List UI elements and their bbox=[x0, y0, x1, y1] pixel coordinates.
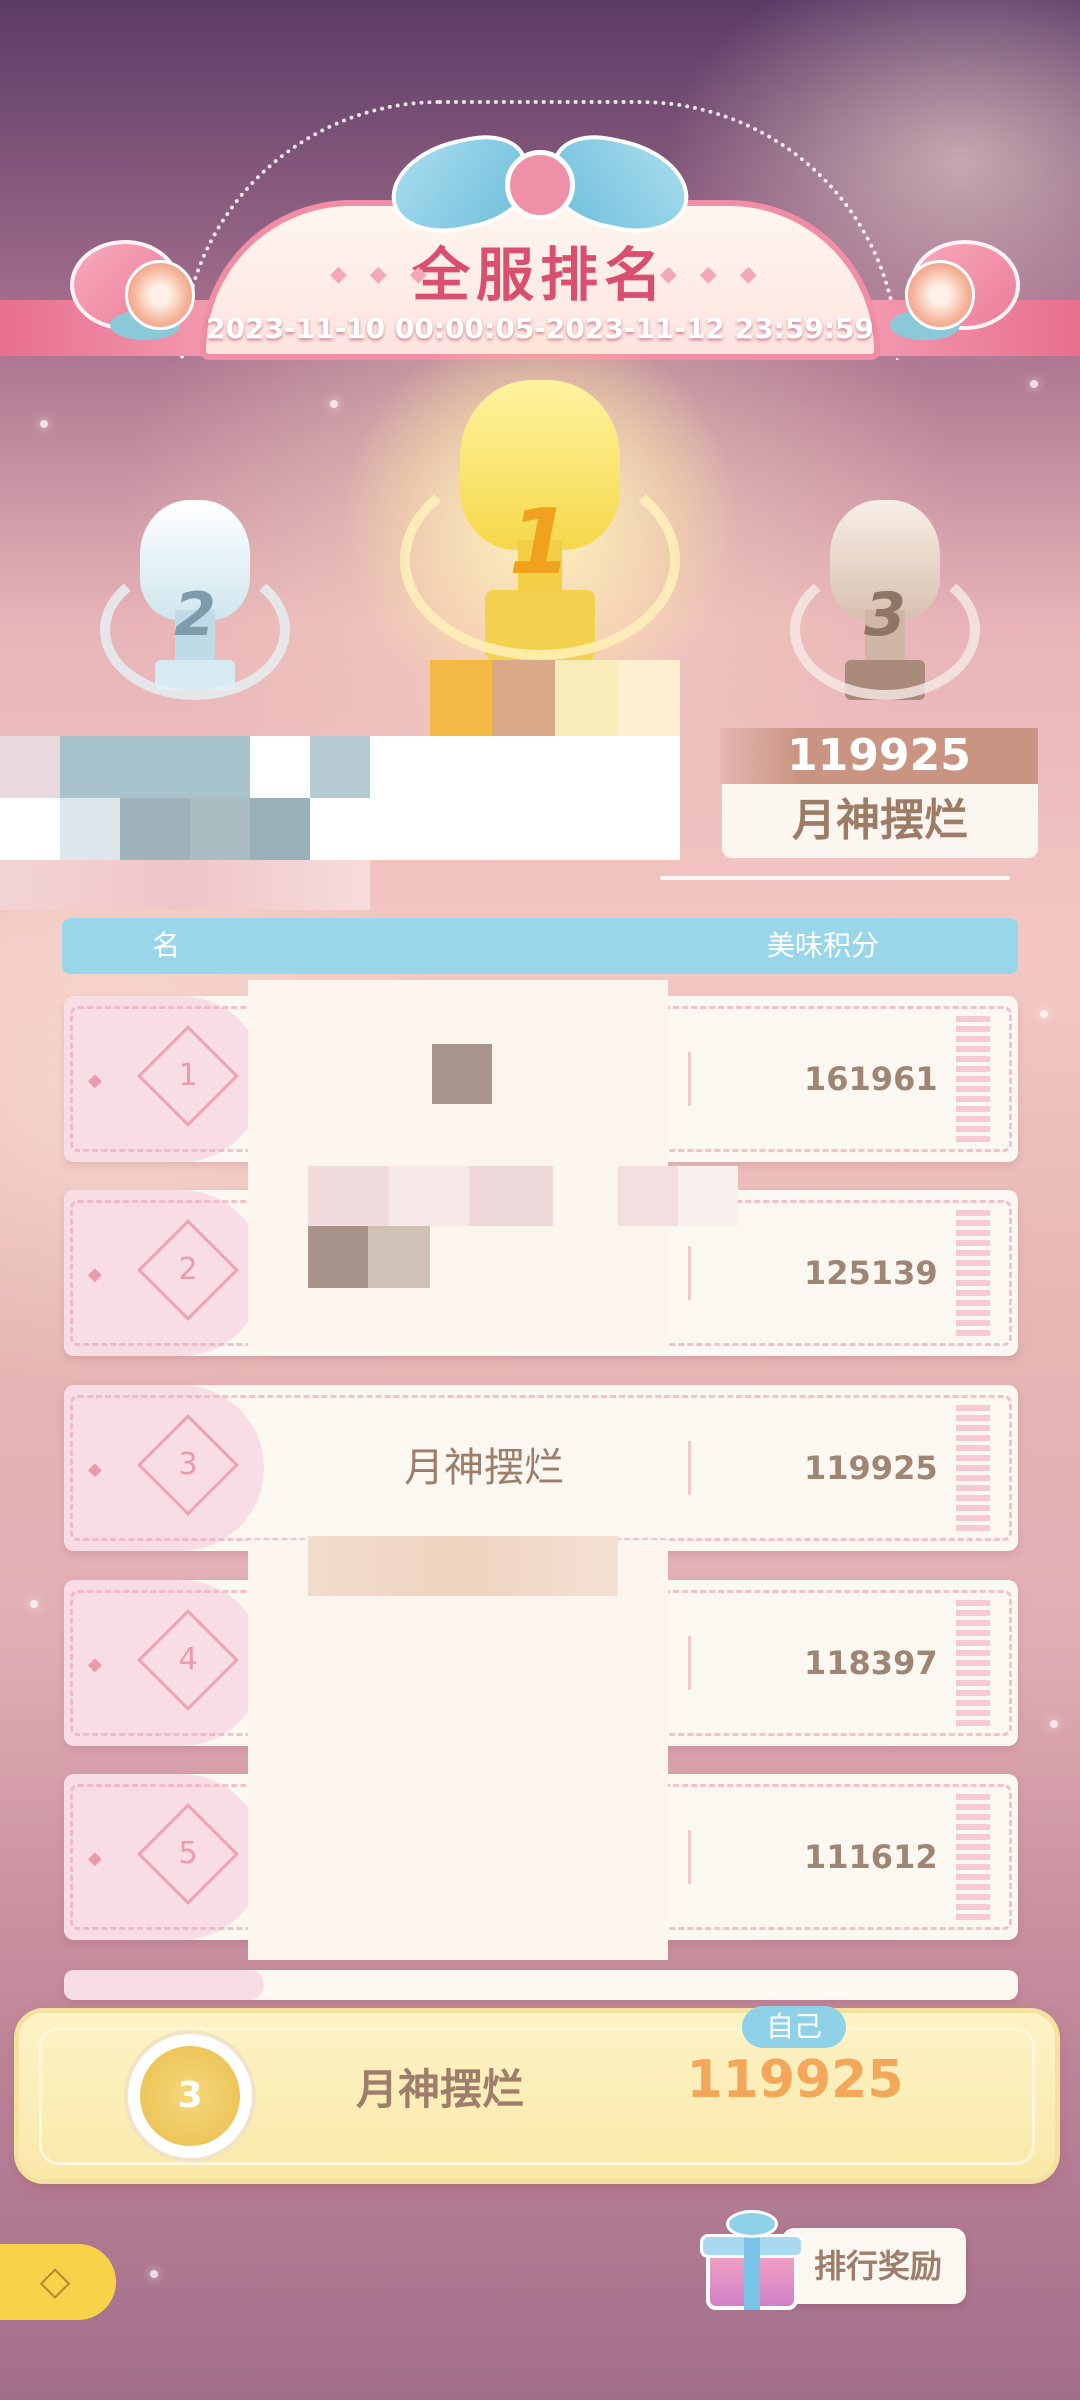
row-rank: 5 bbox=[178, 1836, 198, 1871]
pixel-block bbox=[308, 1166, 553, 1226]
row-barcode-decoration bbox=[956, 1794, 990, 1920]
third-place-name: 月神摆烂 bbox=[722, 784, 1038, 858]
pixel-block bbox=[250, 798, 310, 860]
column-rank-label: 名 bbox=[152, 929, 181, 962]
row-rank: 4 bbox=[178, 1642, 198, 1677]
row-rank: 1 bbox=[178, 1058, 198, 1093]
pixel-block bbox=[120, 798, 190, 860]
player-names-obscured bbox=[248, 1540, 668, 1960]
row-rank: 3 bbox=[178, 1447, 198, 1482]
self-rank: 3 bbox=[140, 2046, 240, 2146]
sparkle-decoration bbox=[330, 400, 338, 408]
row-player-name: 月神摆烂 bbox=[404, 1445, 564, 1491]
pixel-block bbox=[60, 736, 250, 798]
row-barcode-decoration bbox=[956, 1405, 990, 1531]
gift-box-icon[interactable] bbox=[700, 2210, 804, 2314]
page-title: 全服排名 bbox=[411, 241, 668, 309]
pixel-block bbox=[368, 1226, 430, 1288]
third-place-wreath bbox=[790, 560, 980, 700]
row-barcode-decoration bbox=[956, 1016, 990, 1142]
title-diamonds-right: ◆ ◆ ◆ bbox=[660, 262, 765, 287]
row-rank: 2 bbox=[178, 1252, 198, 1287]
self-player-name: 月神摆烂 bbox=[355, 2065, 524, 2114]
row-dot-icon: ◆ bbox=[88, 1848, 102, 1869]
ranking-row-6-partial bbox=[64, 1970, 1018, 2000]
pixel-block bbox=[190, 798, 250, 860]
blue-bow-icon bbox=[382, 120, 698, 244]
sparkle-decoration bbox=[1050, 1720, 1058, 1728]
second-place-wreath bbox=[100, 560, 290, 700]
first-place-score-obscured bbox=[430, 660, 680, 740]
ranking-reward-label: 排行奖励 bbox=[814, 2247, 943, 2285]
pixel-block bbox=[432, 1044, 492, 1104]
first-place-wreath bbox=[400, 460, 680, 660]
pixel-block bbox=[0, 860, 370, 910]
self-score: 119925 bbox=[686, 2050, 904, 2110]
third-place-score: 119925 bbox=[720, 728, 1038, 784]
row-dot-icon: ◆ bbox=[88, 1070, 102, 1091]
title-diamonds-left: ◆ ◆ ◆ bbox=[330, 262, 435, 287]
ranking-reward-button[interactable]: 排行奖励 bbox=[782, 2228, 966, 2304]
self-tag: 自己 bbox=[742, 2006, 846, 2048]
column-score-label: 美味积分 bbox=[767, 929, 880, 962]
sparkle-decoration bbox=[1040, 1010, 1048, 1018]
row-barcode-decoration bbox=[956, 1600, 990, 1726]
row-dot-icon: ◆ bbox=[88, 1654, 102, 1675]
sparkle-decoration bbox=[1030, 380, 1038, 388]
back-button[interactable]: ◇ bbox=[0, 2244, 116, 2320]
pixel-block bbox=[618, 1166, 738, 1226]
pixel-block bbox=[310, 736, 370, 798]
pixel-block bbox=[0, 736, 60, 798]
ranking-row-3[interactable]: ◆ 3 月神摆烂 119925 bbox=[64, 1385, 1018, 1551]
sparkle-decoration bbox=[30, 1600, 38, 1608]
ranking-column-header: 名 美味积分 bbox=[62, 918, 1018, 974]
self-rank-medal-icon: 3 bbox=[124, 2030, 256, 2162]
pixel-block bbox=[308, 1226, 368, 1288]
row-dot-icon: ◆ bbox=[88, 1459, 102, 1480]
back-arrow-icon: ◇ bbox=[39, 2258, 71, 2304]
player-names-obscured bbox=[248, 980, 668, 1350]
row-barcode-decoration bbox=[956, 1210, 990, 1336]
pixel-block bbox=[308, 1536, 618, 1596]
sparkle-decoration bbox=[150, 2270, 158, 2278]
row-dot-icon: ◆ bbox=[88, 1264, 102, 1285]
pixel-block bbox=[60, 798, 120, 860]
sparkle-decoration bbox=[40, 420, 48, 428]
podium-divider bbox=[660, 876, 1010, 880]
